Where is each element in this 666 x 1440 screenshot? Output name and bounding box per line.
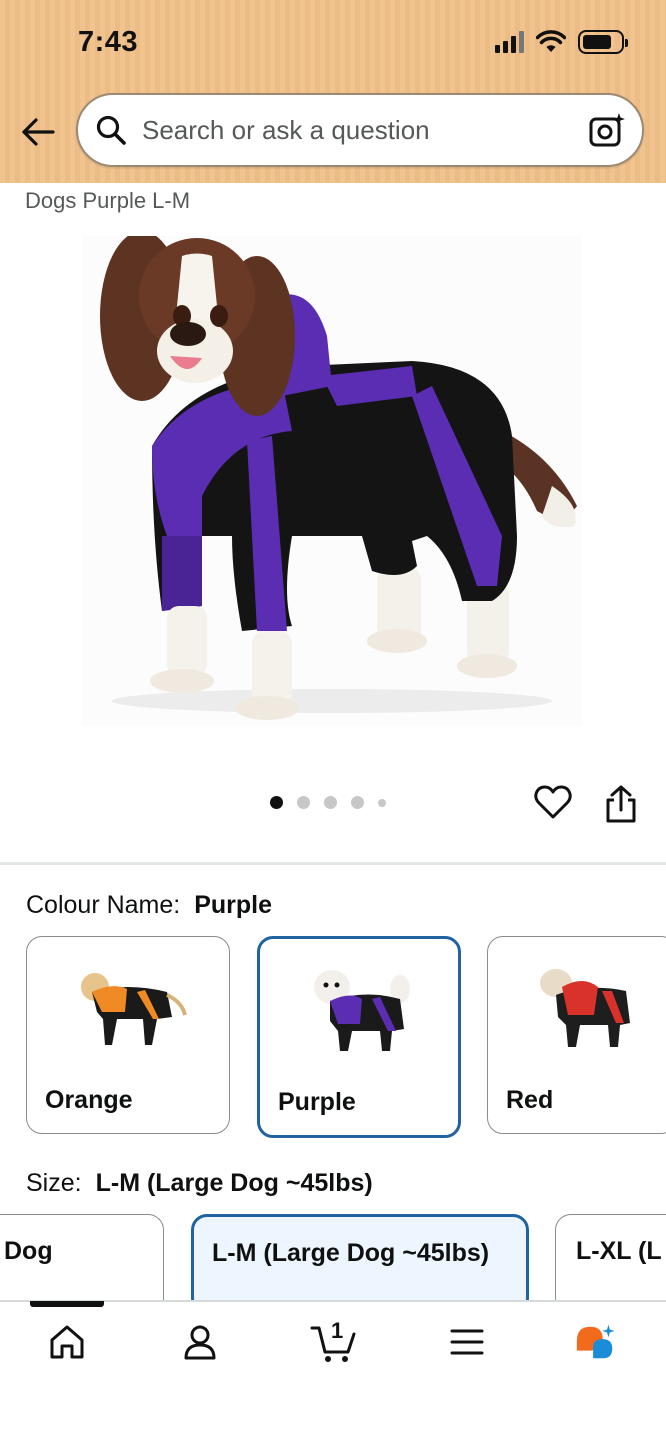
section-divider xyxy=(0,862,666,865)
colour-name-label: Colour Name: Purple xyxy=(26,891,272,920)
home-icon xyxy=(50,1325,84,1359)
search-icon xyxy=(94,113,128,147)
colour-swatch-red[interactable]: Red xyxy=(487,936,666,1134)
wishlist-button[interactable] xyxy=(534,784,572,822)
dog-in-purple-snowsuit-image xyxy=(100,231,577,720)
colour-swatch-orange[interactable]: Orange xyxy=(26,936,230,1134)
swatch-label: Purple xyxy=(278,1088,356,1116)
size-option-label: Dog xyxy=(4,1237,53,1265)
arrow-left-icon xyxy=(22,118,55,146)
share-button[interactable] xyxy=(604,784,640,824)
size-label-text: Size: xyxy=(26,1169,82,1197)
orange-suit-thumbnail xyxy=(81,973,187,1045)
search-bar[interactable] xyxy=(76,93,644,167)
swatch-label: Red xyxy=(506,1086,554,1114)
rufus-ai-icon xyxy=(576,1324,615,1359)
size-label: Size: L-M (Large Dog ~45lbs) xyxy=(26,1169,373,1198)
product-image[interactable] xyxy=(82,231,582,726)
status-time: 7:43 xyxy=(78,26,139,58)
wifi-icon xyxy=(536,30,566,52)
cart-tab[interactable]: 1 xyxy=(310,1318,360,1364)
carousel-dot[interactable] xyxy=(297,796,310,809)
selected-size-value: L-M (Large Dog ~45lbs) xyxy=(95,1169,373,1197)
selected-colour-value: Purple xyxy=(194,891,273,919)
size-option[interactable]: L-XL (L xyxy=(555,1214,666,1314)
account-icon xyxy=(184,1325,216,1360)
menu-icon xyxy=(450,1329,484,1355)
carousel-dot[interactable] xyxy=(351,796,364,809)
colour-swatch-purple[interactable]: Purple xyxy=(257,936,461,1138)
share-icon xyxy=(606,785,636,823)
account-tab[interactable] xyxy=(178,1320,222,1364)
back-button[interactable] xyxy=(18,114,58,150)
product-title: Dogs Purple L-M xyxy=(25,188,191,213)
status-icons xyxy=(495,30,628,54)
home-tab[interactable] xyxy=(45,1320,89,1364)
cellular-signal-icon xyxy=(495,31,524,53)
cart-count-badge: 1 xyxy=(331,1318,344,1343)
red-suit-thumbnail xyxy=(540,969,630,1047)
swatch-label: Orange xyxy=(45,1086,133,1114)
menu-tab[interactable] xyxy=(445,1320,489,1364)
image-carousel-dots[interactable] xyxy=(270,796,386,809)
size-option[interactable]: Dog xyxy=(0,1214,164,1314)
heart-icon xyxy=(534,785,572,819)
camera-search-icon[interactable] xyxy=(588,111,626,149)
app-header: 7:43 xyxy=(0,0,666,183)
carousel-dot[interactable] xyxy=(378,798,386,807)
search-input[interactable] xyxy=(142,114,562,146)
carousel-dot[interactable] xyxy=(324,796,337,809)
size-option-label: L-XL (L xyxy=(576,1237,662,1265)
size-option-selected[interactable]: L-M (Large Dog ~45lbs) xyxy=(191,1214,529,1314)
rufus-assistant-tab[interactable] xyxy=(574,1320,618,1364)
size-option-label: L-M (Large Dog ~45lbs) xyxy=(212,1239,490,1267)
purple-suit-thumbnail xyxy=(314,970,410,1051)
active-tab-indicator xyxy=(30,1301,104,1307)
battery-icon xyxy=(578,30,628,54)
carousel-dot[interactable] xyxy=(270,796,283,809)
colour-label-text: Colour Name: xyxy=(26,891,181,919)
